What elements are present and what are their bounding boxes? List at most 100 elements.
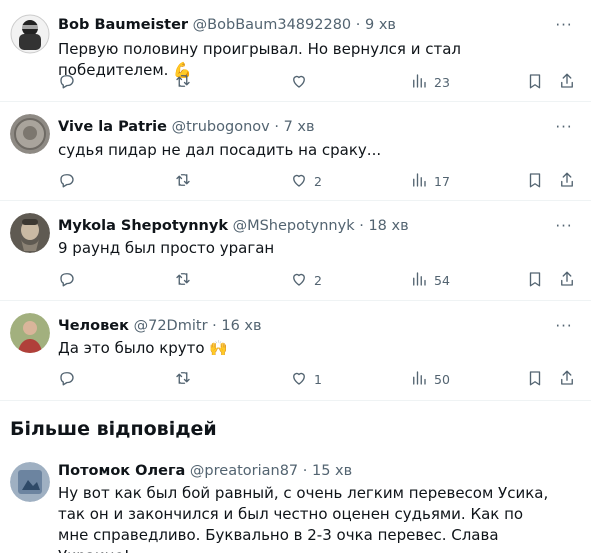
bookmark-button[interactable] — [526, 170, 544, 192]
tweet-header: Человек @72Dmitr · 16 хв — [58, 315, 262, 337]
reply-button[interactable] — [58, 71, 82, 93]
timestamp[interactable]: 7 хв — [284, 119, 315, 135]
reply-icon — [58, 270, 76, 291]
reply-button[interactable] — [58, 368, 82, 390]
like-icon — [290, 270, 308, 291]
separator-dot: · — [212, 318, 217, 334]
timestamp[interactable]: 16 хв — [221, 318, 261, 334]
author-name[interactable]: Человек — [58, 318, 129, 334]
tweet[interactable]: Человек @72Dmitr · 16 хв ··· Да это было… — [0, 301, 591, 400]
tweet-actions: 2 17 — [58, 170, 578, 192]
author-name[interactable]: Vive la Patrie — [58, 119, 167, 135]
retweet-button[interactable] — [174, 71, 198, 93]
more-icon[interactable]: ··· — [553, 319, 575, 335]
tweet[interactable]: Потомок Олега @preatorian87 · 15 хв Ну в… — [0, 450, 591, 553]
tweet[interactable]: Mykola Shepotynnyk @MShepotynnyk · 18 хв… — [0, 201, 591, 300]
tweet[interactable]: Vive la Patrie @trubogonov · 7 хв ··· су… — [0, 102, 591, 200]
share-button[interactable] — [558, 170, 576, 192]
like-count: 1 — [314, 371, 322, 387]
more-icon[interactable]: ··· — [553, 219, 575, 235]
timestamp[interactable]: 9 хв — [365, 17, 396, 33]
views-button[interactable]: 17 — [410, 170, 450, 192]
reply-icon — [58, 369, 76, 390]
author-handle[interactable]: @BobBaum34892280 — [193, 17, 351, 33]
tweet-header: Vive la Patrie @trubogonov · 7 хв — [58, 116, 315, 138]
like-button[interactable] — [290, 71, 314, 93]
reply-icon — [58, 171, 76, 192]
like-button[interactable]: 2 — [290, 269, 322, 291]
tweet[interactable]: Bob Baumeister @BobBaum34892280 · 9 хв ·… — [0, 0, 591, 101]
timestamp[interactable]: 15 хв — [312, 463, 352, 479]
author-handle[interactable]: @72Dmitr — [134, 318, 208, 334]
tweet-actions: 23 — [58, 71, 578, 93]
author-name[interactable]: Bob Baumeister — [58, 17, 188, 33]
like-icon — [290, 72, 308, 93]
timestamp[interactable]: 18 хв — [368, 218, 408, 234]
avatar[interactable] — [10, 313, 50, 353]
like-count: 2 — [314, 173, 322, 189]
share-button[interactable] — [558, 71, 576, 93]
author-handle[interactable]: @trubogonov — [172, 119, 270, 135]
more-replies-heading: Більше відповідей — [10, 418, 217, 440]
tweet-actions: 1 50 — [58, 368, 578, 390]
tweet-actions: 2 54 — [58, 269, 578, 291]
share-icon — [558, 369, 576, 390]
author-handle[interactable]: @MShepotynnyk — [233, 218, 355, 234]
author-name[interactable]: Потомок Олега — [58, 463, 185, 479]
share-button[interactable] — [558, 269, 576, 291]
author-name[interactable]: Mykola Shepotynnyk — [58, 218, 228, 234]
separator-dot: · — [359, 218, 364, 234]
retweet-button[interactable] — [174, 269, 198, 291]
tweet-header: Mykola Shepotynnyk @MShepotynnyk · 18 хв — [58, 215, 409, 237]
views-icon — [410, 270, 428, 291]
tweet-text: Да это было круто 🙌 — [58, 339, 229, 357]
tweet-header: Bob Baumeister @BobBaum34892280 · 9 хв — [58, 14, 396, 36]
bookmark-button[interactable] — [526, 269, 544, 291]
bookmark-icon — [526, 72, 544, 93]
avatar[interactable] — [10, 14, 50, 54]
retweet-icon — [174, 369, 192, 390]
reply-button[interactable] — [58, 269, 82, 291]
more-icon[interactable]: ··· — [553, 120, 575, 136]
bookmark-icon — [526, 369, 544, 390]
like-button[interactable]: 1 — [290, 368, 322, 390]
views-icon — [410, 171, 428, 192]
avatar[interactable] — [10, 462, 50, 502]
divider — [0, 400, 591, 401]
view-count: 54 — [434, 272, 450, 288]
share-icon — [558, 72, 576, 93]
avatar[interactable] — [10, 114, 50, 154]
tweet-text: Ну вот как был бой равный, с очень легки… — [58, 484, 549, 553]
separator-dot: · — [274, 119, 279, 135]
author-handle[interactable]: @preatorian87 — [190, 463, 298, 479]
reply-icon — [58, 72, 76, 93]
tweet-text: судья пидар не дал посадить на сраку... — [58, 141, 382, 159]
retweet-icon — [174, 72, 192, 93]
view-count: 50 — [434, 371, 450, 387]
avatar[interactable] — [10, 213, 50, 253]
more-icon[interactable]: ··· — [553, 18, 575, 34]
reply-button[interactable] — [58, 170, 82, 192]
retweet-button[interactable] — [174, 368, 198, 390]
views-icon — [410, 369, 428, 390]
views-button[interactable]: 23 — [410, 71, 450, 93]
views-icon — [410, 72, 428, 93]
retweet-icon — [174, 171, 192, 192]
like-icon — [290, 171, 308, 192]
tweet-header: Потомок Олега @preatorian87 · 15 хв — [58, 460, 352, 482]
bookmark-icon — [526, 270, 544, 291]
bookmark-icon — [526, 171, 544, 192]
share-icon — [558, 171, 576, 192]
view-count: 23 — [434, 74, 450, 90]
share-button[interactable] — [558, 368, 576, 390]
like-button[interactable]: 2 — [290, 170, 322, 192]
views-button[interactable]: 54 — [410, 269, 450, 291]
like-count: 2 — [314, 272, 322, 288]
bookmark-button[interactable] — [526, 71, 544, 93]
retweet-button[interactable] — [174, 170, 198, 192]
views-button[interactable]: 50 — [410, 368, 450, 390]
bookmark-button[interactable] — [526, 368, 544, 390]
separator-dot: · — [302, 463, 308, 479]
tweet-text: 9 раунд был просто ураган — [58, 239, 275, 257]
like-icon — [290, 369, 308, 390]
